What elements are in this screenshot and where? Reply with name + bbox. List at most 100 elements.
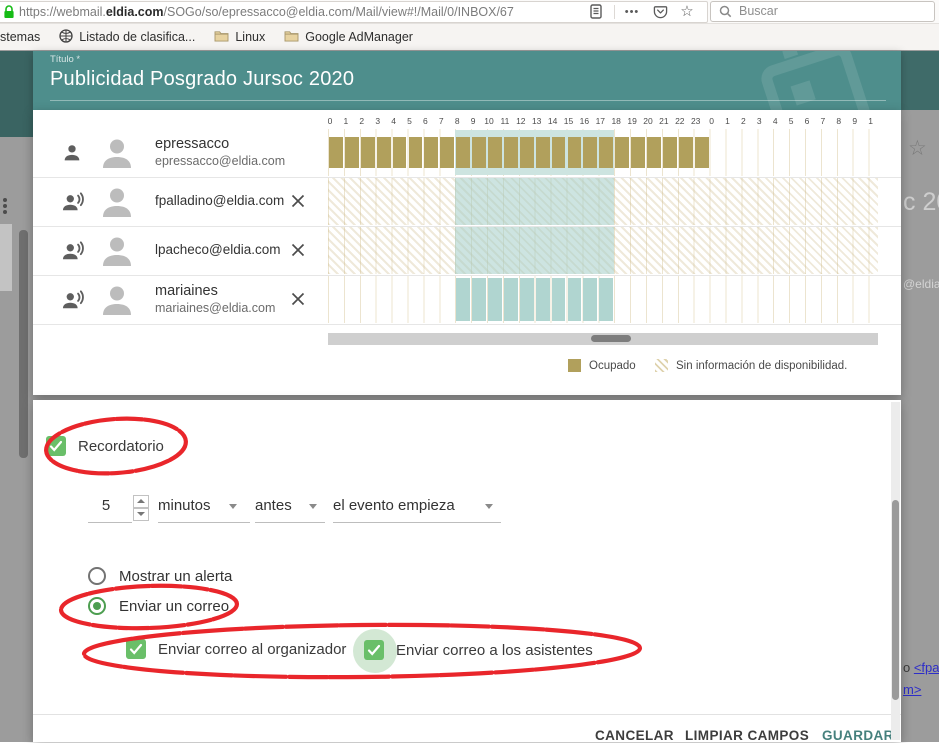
attendee-voice-icon bbox=[61, 289, 86, 316]
reminder-amount-input[interactable]: 5 bbox=[88, 497, 124, 514]
busy-block bbox=[647, 137, 661, 168]
hour-label: 16 bbox=[580, 116, 589, 126]
hour-label: 2 bbox=[741, 116, 746, 126]
busy-block bbox=[409, 137, 423, 168]
remove-attendee-button[interactable] bbox=[289, 290, 309, 310]
relation-select[interactable]: antes bbox=[255, 497, 292, 514]
hour-label: 2 bbox=[359, 116, 364, 126]
toolbar-separator bbox=[614, 5, 615, 19]
stepper-up-button[interactable] bbox=[133, 495, 149, 508]
busy-block bbox=[440, 137, 454, 168]
vertical-scrollbar-thumb[interactable] bbox=[892, 500, 899, 700]
radio-send-email-label: Enviar un correo bbox=[119, 598, 229, 615]
no-info-swatch bbox=[655, 359, 668, 372]
folder-icon bbox=[284, 29, 299, 45]
attendee-rows: epressaccoepressacco@eldia.comfpalladino… bbox=[33, 129, 901, 325]
event-dialog-header: Título * Publicidad Posgrado Jursoc 2020 bbox=[33, 51, 901, 110]
reminder-label: Recordatorio bbox=[78, 438, 164, 455]
hour-label: 9 bbox=[471, 116, 476, 126]
https-padlock-icon[interactable] bbox=[3, 5, 15, 24]
hour-label: 23 bbox=[691, 116, 700, 126]
chevron-down-icon bbox=[485, 504, 493, 509]
calendar-watermark-icon bbox=[758, 51, 876, 110]
bookmark-item[interactable]: Linux bbox=[214, 29, 265, 45]
remove-attendee-button[interactable] bbox=[289, 241, 309, 261]
radio-show-alert[interactable] bbox=[88, 567, 106, 585]
hour-label: 4 bbox=[391, 116, 396, 126]
busy-block bbox=[329, 137, 343, 168]
avatar bbox=[100, 234, 134, 273]
bookmark-item[interactable]: stemas bbox=[0, 30, 40, 44]
availability-track bbox=[328, 178, 878, 225]
clear-fields-button[interactable]: LIMPIAR CAMPOS bbox=[685, 728, 809, 743]
unit-select[interactable]: minutos bbox=[158, 497, 211, 514]
email-attendees-label: Enviar correo a los asistentes bbox=[396, 642, 593, 659]
attendee-voice-icon bbox=[61, 240, 86, 267]
bookmark-item[interactable]: Listado de clasifica... bbox=[59, 29, 195, 46]
busy-block bbox=[504, 137, 518, 168]
attendee-email: epressacco@eldia.com bbox=[155, 153, 285, 170]
busy-block bbox=[568, 137, 582, 168]
stepper-down-button[interactable] bbox=[133, 508, 149, 521]
background-panel-fragment bbox=[0, 224, 12, 291]
reference-select[interactable]: el evento empieza bbox=[333, 497, 455, 514]
background-link-2: m> bbox=[903, 682, 921, 697]
screenshot-root: { "browser": { "url": { "prefix": "https… bbox=[0, 0, 939, 742]
reader-view-icon[interactable] bbox=[587, 4, 605, 20]
selection-block bbox=[583, 278, 597, 321]
selection-range bbox=[455, 178, 614, 225]
selection-block bbox=[520, 278, 534, 321]
busy-block bbox=[345, 137, 359, 168]
attendee-email: mariaines@eldia.com bbox=[155, 300, 275, 317]
bookmark-item[interactable]: Google AdManager bbox=[284, 29, 413, 45]
url-bar[interactable]: https://webmail.eldia.com/SOGo/so/epress… bbox=[0, 1, 708, 23]
cancel-button[interactable]: CANCELAR bbox=[595, 728, 674, 743]
busy-legend-label: Ocupado bbox=[589, 360, 636, 372]
save-button[interactable]: GUARDAR bbox=[822, 728, 894, 743]
busy-block bbox=[520, 137, 534, 168]
pocket-icon[interactable] bbox=[651, 4, 669, 20]
email-organizer-label: Enviar correo al organizador bbox=[158, 641, 346, 658]
busy-block bbox=[552, 137, 566, 168]
hour-label: 15 bbox=[564, 116, 573, 126]
hour-label: 0 bbox=[328, 116, 333, 126]
attendee-row: mariainesmariaines@eldia.com bbox=[33, 276, 901, 325]
email-organizer-checkbox[interactable] bbox=[126, 639, 146, 659]
reminder-panel: Recordatorio 5 minutos antes el evento e… bbox=[33, 400, 901, 742]
hour-label: 21 bbox=[659, 116, 668, 126]
busy-block bbox=[695, 137, 709, 168]
selection-block bbox=[488, 278, 502, 321]
busy-block bbox=[393, 137, 407, 168]
busy-block bbox=[456, 137, 470, 168]
bookmark-star-icon[interactable]: ☆ bbox=[678, 3, 696, 19]
radio-send-email[interactable] bbox=[88, 597, 106, 615]
horizontal-scrollbar[interactable] bbox=[328, 333, 878, 345]
busy-block bbox=[536, 137, 550, 168]
search-bar[interactable]: Buscar bbox=[710, 1, 935, 22]
bookmark-label: Google AdManager bbox=[305, 30, 413, 44]
chevron-down-icon bbox=[229, 504, 237, 509]
avatar bbox=[100, 136, 134, 175]
hour-label: 17 bbox=[596, 116, 605, 126]
hour-label: 12 bbox=[516, 116, 525, 126]
hour-label: 14 bbox=[548, 116, 557, 126]
event-title-input[interactable]: Publicidad Posgrado Jursoc 2020 bbox=[50, 68, 354, 91]
chevron-down-icon bbox=[309, 504, 317, 509]
email-attendees-checkbox[interactable] bbox=[364, 640, 384, 660]
busy-block bbox=[663, 137, 677, 168]
page-actions-icon[interactable]: ••• bbox=[623, 5, 641, 21]
background-title-fragment: c 20 bbox=[903, 188, 939, 217]
busy-block bbox=[679, 137, 693, 168]
hour-label: 9 bbox=[852, 116, 857, 126]
selection-range bbox=[455, 227, 614, 274]
folder-icon bbox=[214, 29, 229, 45]
background-link-anchor-2: m> bbox=[903, 682, 921, 697]
hour-label: 6 bbox=[805, 116, 810, 126]
horizontal-scrollbar-thumb[interactable] bbox=[591, 335, 631, 342]
attendee-email: lpacheco@eldia.com bbox=[155, 242, 281, 257]
organizer-icon bbox=[61, 142, 83, 169]
remove-attendee-button[interactable] bbox=[289, 192, 309, 212]
avatar bbox=[100, 283, 134, 322]
hour-label: 20 bbox=[643, 116, 652, 126]
reminder-checkbox[interactable] bbox=[46, 436, 66, 456]
